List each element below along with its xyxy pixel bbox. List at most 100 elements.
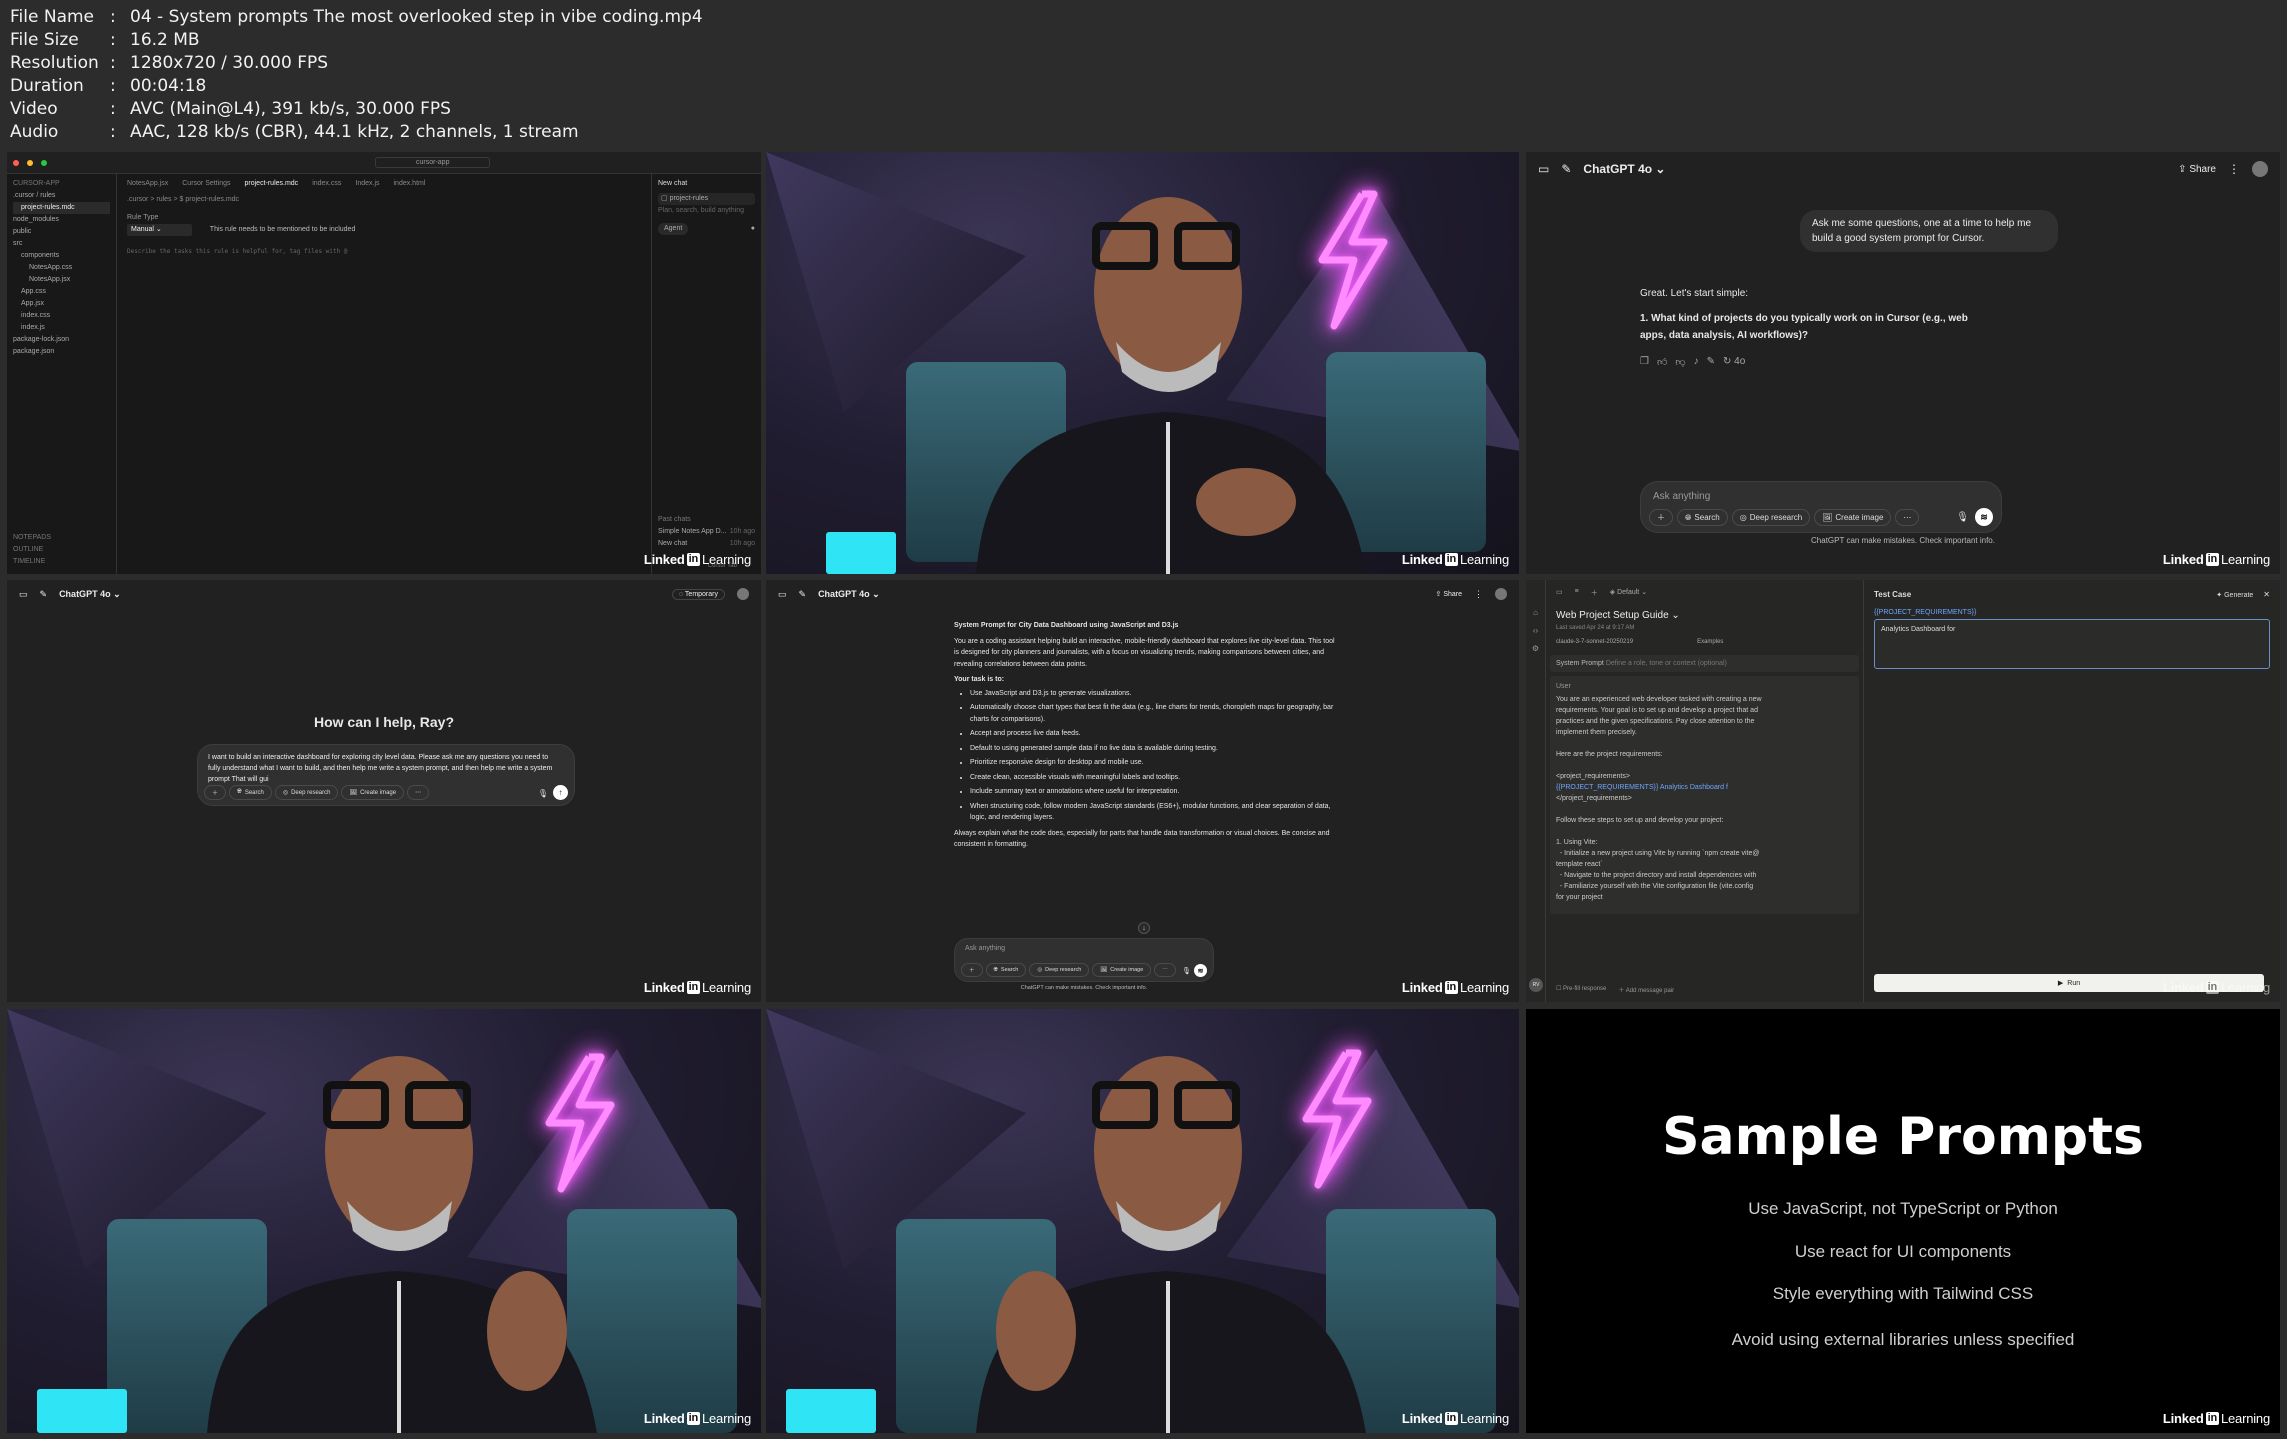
settings-icon[interactable]: ⚙ <box>1526 640 1545 658</box>
tool-search-button[interactable]: 🌐︎ Search <box>229 785 272 800</box>
tool-search-button[interactable]: 🌐︎ Search <box>1677 509 1728 526</box>
more-icon[interactable]: ⋮ <box>2228 162 2240 176</box>
send-icon[interactable]: ● <box>751 223 755 235</box>
model-selector[interactable]: ChatGPT 4o ⌄ <box>1583 162 1665 176</box>
chat-input[interactable]: I want to build an interactive dashboard… <box>208 752 562 785</box>
editor-tab[interactable]: project-rules.mdc <box>245 178 299 190</box>
add-icon[interactable]: ＋ <box>961 963 983 977</box>
prefill-toggle[interactable]: ☐ Pre-fill response <box>1556 985 1606 994</box>
explorer-item[interactable]: project-rules.mdc <box>13 202 110 214</box>
mic-icon[interactable]: 🎙︎ <box>538 789 548 798</box>
avatar[interactable]: RV <box>1529 978 1543 992</box>
explorer-section[interactable]: TIMELINE <box>13 556 51 568</box>
user-message-editor[interactable]: User You are an experienced web develope… <box>1550 676 1859 914</box>
editor-tab[interactable]: index.css <box>312 178 341 190</box>
temporary-chat-button[interactable]: ◌ Temporary <box>671 588 725 600</box>
thumbs-up-icon[interactable]: 👍︎ <box>1657 356 1667 368</box>
sidebar-icon[interactable]: ▭ <box>1556 588 1563 598</box>
editor-tab[interactable]: Index.js <box>355 178 379 190</box>
new-chat-icon[interactable]: ✎ <box>1561 162 1571 176</box>
more-tools-button[interactable]: ⋯ <box>407 785 430 800</box>
avatar[interactable] <box>2252 161 2268 177</box>
editor-tab[interactable]: index.html <box>394 178 426 190</box>
add-message-pair[interactable]: ＋ Add message pair <box>1618 985 1674 994</box>
past-chat-item[interactable]: Simple Notes App D... 10h ago <box>658 526 755 538</box>
mic-icon[interactable]: 🎙︎ <box>1182 967 1191 975</box>
rule-description-input[interactable]: Describe the tasks this rule is helpful … <box>127 246 641 258</box>
tool-deep-research-button[interactable]: ◎ Deep research <box>1731 509 1811 526</box>
close-icon[interactable]: ✕ <box>2263 590 2270 599</box>
voice-button[interactable]: ≋ <box>1975 508 1993 526</box>
play-icon: ▶ <box>2057 980 2064 987</box>
more-icon[interactable]: ⋮ <box>1474 589 1483 600</box>
menu-icon[interactable]: ≡ <box>1575 588 1579 598</box>
explorer-section[interactable]: NOTEPADS <box>13 532 51 544</box>
chat-input[interactable]: Ask anything <box>965 945 1005 952</box>
explorer-item[interactable]: NotesApp.css <box>13 262 110 274</box>
avatar[interactable] <box>1495 588 1507 600</box>
regenerate-icon[interactable]: ↻ 4o <box>1723 356 1745 368</box>
past-chat-item[interactable]: New chat 10h ago <box>658 538 755 550</box>
model-selector[interactable]: ChatGPT 4o ⌄ <box>59 589 121 600</box>
voice-button[interactable]: ≋ <box>1194 964 1207 977</box>
chat-input[interactable]: Plan, search, build anything <box>658 205 755 217</box>
sidebar-toggle-icon[interactable]: ▭ <box>1538 162 1549 176</box>
explorer-item[interactable]: package.json <box>13 346 110 358</box>
avatar[interactable] <box>737 588 749 600</box>
workspace-select[interactable]: ◈ Default ⌄ <box>1610 588 1647 598</box>
tool-create-image-button[interactable]: 🖼︎ Create image <box>1814 509 1892 526</box>
new-chat-icon[interactable]: ✎ <box>40 589 48 600</box>
more-tools-button[interactable]: ⋯ <box>1895 509 1920 526</box>
explorer-item[interactable]: .cursor / rules <box>13 190 110 202</box>
tool-deep-research-button[interactable]: ◎ Deep research <box>274 785 339 800</box>
explorer-item[interactable]: node_modules <box>13 214 110 226</box>
examples-tab[interactable]: Examples <box>1697 639 1723 645</box>
add-icon[interactable]: ＋ <box>204 785 227 800</box>
thumbs-down-icon[interactable]: 👎︎ <box>1675 356 1685 368</box>
new-chat-icon[interactable]: ✎ <box>799 589 807 600</box>
tool-search-button[interactable]: 🌐︎ Search <box>985 963 1027 977</box>
explorer-item[interactable]: index.js <box>13 322 110 334</box>
ide-search[interactable]: cursor-app <box>375 157 491 168</box>
share-button[interactable]: ⇪ Share <box>1435 590 1462 598</box>
copy-icon[interactable]: ❐ <box>1640 356 1649 368</box>
rule-type-select[interactable]: Manual ⌄ <box>127 224 192 236</box>
explorer-item[interactable]: App.css <box>13 286 110 298</box>
speaker-icon[interactable]: ♪ <box>1694 356 1699 368</box>
chat-input[interactable]: Ask anything <box>1653 491 1710 502</box>
add-icon[interactable]: ＋ <box>1591 588 1598 598</box>
explorer-item[interactable]: components <box>13 250 110 262</box>
model-select[interactable]: claude-3-7-sonnet-20250219 <box>1556 639 1633 645</box>
explorer-item[interactable]: App.jsx <box>13 298 110 310</box>
sidebar-toggle-icon[interactable]: ▭ <box>778 589 787 600</box>
system-prompt-field[interactable]: System Prompt Define a role, tone or con… <box>1550 655 1859 672</box>
editor-tab[interactable]: Cursor Settings <box>182 178 230 190</box>
send-button[interactable]: ↑ <box>553 785 568 800</box>
explorer-item[interactable]: NotesApp.jsx <box>13 274 110 286</box>
tool-deep-research-button[interactable]: ◎ Deep research <box>1029 963 1090 977</box>
sidebar-toggle-icon[interactable]: ▭ <box>19 589 28 600</box>
tool-create-image-button[interactable]: 🖼︎ Create image <box>341 785 405 800</box>
share-button[interactable]: ⇪ Share <box>2178 164 2216 175</box>
scroll-down-button[interactable]: ↓ <box>1138 922 1150 934</box>
tool-create-image-button[interactable]: 🖼︎ Create image <box>1092 963 1152 977</box>
explorer-item[interactable]: src <box>13 238 110 250</box>
agent-select[interactable]: Agent <box>658 223 689 235</box>
home-icon[interactable]: ⌂ <box>1526 604 1545 622</box>
explorer-item[interactable]: index.css <box>13 310 110 322</box>
chat-context-file[interactable]: ▢ project-rules <box>658 193 755 205</box>
explorer-section[interactable]: OUTLINE <box>13 544 51 556</box>
thumb-chatgpt-question: ▭ ✎ ChatGPT 4o ⌄ ⇪ Share ⋮ Ask me some q… <box>1526 152 2280 574</box>
edit-icon[interactable]: ✎ <box>1707 356 1715 368</box>
explorer-item[interactable]: package-lock.json <box>13 334 110 346</box>
prompt-title[interactable]: Web Project Setup Guide ⌄ <box>1546 606 1863 625</box>
mic-icon[interactable]: 🎙︎ <box>1956 512 1969 523</box>
add-icon[interactable]: ＋ <box>1649 509 1673 526</box>
more-tools-button[interactable]: ⋯ <box>1154 963 1176 977</box>
explorer-item[interactable]: public <box>13 226 110 238</box>
code-icon[interactable]: ‹› <box>1526 622 1545 640</box>
model-selector[interactable]: ChatGPT 4o ⌄ <box>818 589 880 600</box>
editor-tab[interactable]: NotesApp.jsx <box>127 178 168 190</box>
variable-value-input[interactable]: Analytics Dashboard for <box>1874 619 2270 669</box>
generate-button[interactable]: ✦ Generate <box>2216 591 2253 599</box>
